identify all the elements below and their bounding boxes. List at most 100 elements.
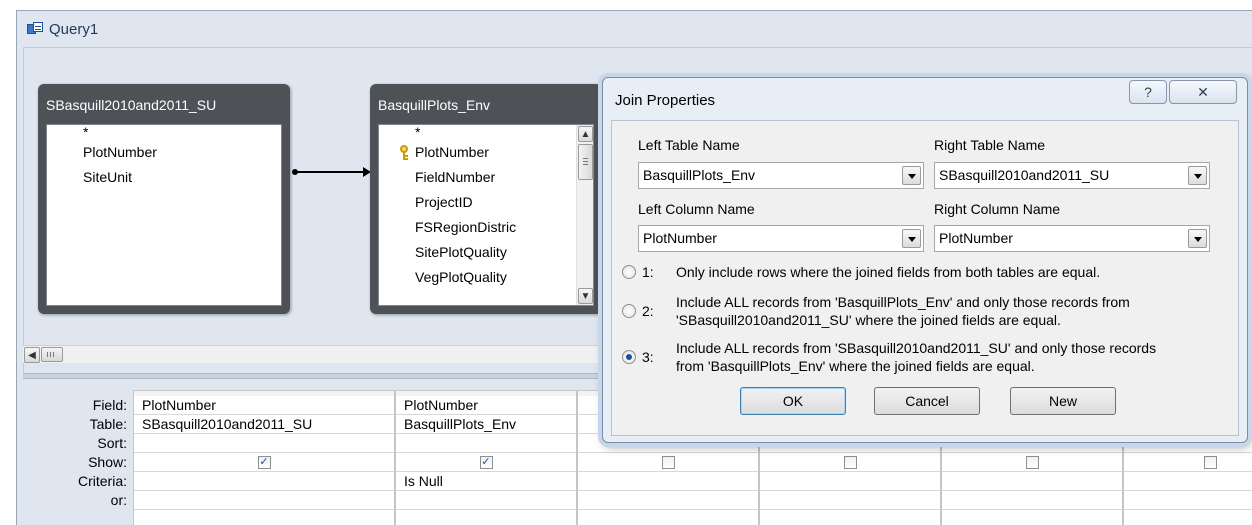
field-cell[interactable]: PlotNumber xyxy=(134,396,394,415)
table-box-sbasquill[interactable]: SBasquill2010and2011_SU * PlotNumber Sit… xyxy=(38,84,290,314)
or-cell[interactable] xyxy=(1124,491,1252,510)
field-list-item-primary-key[interactable]: PlotNumber xyxy=(379,140,593,165)
chevron-down-icon[interactable] xyxy=(902,166,921,185)
join-line[interactable] xyxy=(294,171,366,173)
field-list-scrollbar[interactable]: ▲ ▼ xyxy=(576,125,593,305)
close-icon[interactable]: ✕ xyxy=(1169,80,1237,104)
field-cell[interactable]: PlotNumber xyxy=(396,396,576,415)
select-value: BasquillPlots_Env xyxy=(643,167,756,183)
show-checkbox[interactable] xyxy=(843,455,857,469)
scroll-down-icon[interactable]: ▼ xyxy=(578,288,593,304)
select-value: PlotNumber xyxy=(939,230,1013,246)
right-table-name-select[interactable]: SBasquill2010and2011_SU xyxy=(934,162,1210,189)
scroll-left-icon[interactable]: ◀ xyxy=(24,347,40,363)
option-number: 3: xyxy=(642,349,654,365)
new-button[interactable]: New xyxy=(1010,387,1116,415)
show-checkbox[interactable] xyxy=(661,455,675,469)
criteria-cell[interactable] xyxy=(134,472,394,491)
primary-key-icon xyxy=(399,145,409,160)
left-column-name-label: Left Column Name xyxy=(638,201,755,217)
option-text: Only include rows where the joined field… xyxy=(676,264,1101,280)
show-cell xyxy=(578,453,758,472)
left-column-name-select[interactable]: PlotNumber xyxy=(638,225,924,252)
or-cell[interactable] xyxy=(396,491,576,510)
row-label-sort: Sort: xyxy=(97,435,127,451)
or-cell[interactable] xyxy=(578,491,758,510)
show-checkbox[interactable]: ✓ xyxy=(479,455,493,469)
field-list: * PlotNumber SiteUnit xyxy=(46,124,282,306)
option-number: 1: xyxy=(642,264,654,280)
criteria-cell[interactable] xyxy=(1124,472,1252,491)
window-title: Query1 xyxy=(49,20,99,38)
show-checkbox[interactable]: ✓ xyxy=(257,455,271,469)
criteria-cell[interactable] xyxy=(760,472,940,491)
chevron-down-icon[interactable] xyxy=(1188,229,1207,248)
ok-button[interactable]: OK xyxy=(740,387,846,415)
field-list: * PlotNumber FieldNumber ProjectID FSReg… xyxy=(378,124,594,306)
dialog-title: Join Properties xyxy=(615,92,716,109)
field-list-item[interactable]: * xyxy=(379,125,593,140)
or-cell[interactable] xyxy=(760,491,940,510)
field-name: PlotNumber xyxy=(415,144,489,160)
select-value: SBasquill2010and2011_SU xyxy=(939,167,1110,183)
join-properties-dialog: Join Properties ? ✕ Left Table Name Righ… xyxy=(602,77,1248,443)
grid-column-2: PlotNumber BasquillPlots_Env ✓ Is Null xyxy=(395,396,577,525)
scroll-thumb[interactable] xyxy=(41,347,63,362)
show-cell: ✓ xyxy=(134,453,394,472)
criteria-cell[interactable]: Is Null xyxy=(396,472,576,491)
table-title[interactable]: SBasquill2010and2011_SU xyxy=(46,97,216,113)
row-label-or: or: xyxy=(110,492,127,508)
field-list-item[interactable]: FieldNumber xyxy=(379,165,593,190)
table-box-basquillplots-env[interactable]: BasquillPlots_Env * PlotNumber FieldNumb… xyxy=(370,84,602,314)
show-checkbox[interactable] xyxy=(1204,455,1217,469)
field-list-item[interactable]: ProjectID xyxy=(379,190,593,215)
sort-cell[interactable] xyxy=(396,434,576,453)
option-text: Include ALL records from 'SBasquill2010a… xyxy=(676,340,1157,374)
left-table-name-label: Left Table Name xyxy=(638,137,740,153)
right-column-name-select[interactable]: PlotNumber xyxy=(934,225,1210,252)
radio-button-selected[interactable] xyxy=(622,350,636,364)
field-list-item[interactable]: SiteUnit xyxy=(47,165,281,190)
chevron-down-icon[interactable] xyxy=(902,229,921,248)
scroll-thumb[interactable] xyxy=(578,144,593,180)
help-icon[interactable]: ? xyxy=(1129,80,1167,104)
cancel-button[interactable]: Cancel xyxy=(874,387,980,415)
field-list-item[interactable]: PlotNumber xyxy=(47,140,281,165)
row-label-table: Table: xyxy=(89,416,127,432)
option-text: Include ALL records from 'BasquillPlots_… xyxy=(676,294,1130,328)
field-list-item[interactable]: SitePlotQuality xyxy=(379,240,593,265)
show-cell xyxy=(1124,453,1252,472)
join-line-start xyxy=(292,169,298,175)
radio-button[interactable] xyxy=(622,265,636,279)
chevron-down-icon[interactable] xyxy=(1188,166,1207,185)
grid-column-1: PlotNumber SBasquill2010and2011_SU ✓ xyxy=(133,396,395,525)
criteria-cell[interactable] xyxy=(578,472,758,491)
option-number: 2: xyxy=(642,303,654,319)
show-cell: ✓ xyxy=(396,453,576,472)
show-cell xyxy=(942,453,1122,472)
or-cell[interactable] xyxy=(134,491,394,510)
row-label-field: Field: xyxy=(92,397,127,413)
window-title-bar: Query1 xyxy=(27,18,98,40)
left-table-name-select[interactable]: BasquillPlots_Env xyxy=(638,162,924,189)
or-cell[interactable] xyxy=(942,491,1122,510)
show-cell xyxy=(760,453,940,472)
criteria-cell[interactable] xyxy=(942,472,1122,491)
field-list-item[interactable]: VegPlotQuality xyxy=(379,265,593,290)
sort-cell[interactable] xyxy=(134,434,394,453)
field-list-item[interactable]: FSRegionDistric xyxy=(379,215,593,240)
row-label-show: Show: xyxy=(88,454,127,470)
field-list-item[interactable]: * xyxy=(47,125,281,140)
table-cell[interactable]: SBasquill2010and2011_SU xyxy=(134,415,394,434)
table-title[interactable]: BasquillPlots_Env xyxy=(378,97,490,113)
right-column-name-label: Right Column Name xyxy=(934,201,1061,217)
row-label-criteria: Criteria: xyxy=(77,473,127,489)
table-cell[interactable]: BasquillPlots_Env xyxy=(396,415,576,434)
grid-row-labels: Field: Table: Sort: Show: Criteria: or: xyxy=(23,396,131,510)
scroll-up-icon[interactable]: ▲ xyxy=(578,126,593,142)
radio-button[interactable] xyxy=(622,304,636,318)
show-checkbox[interactable] xyxy=(1025,455,1039,469)
dialog-body: Left Table Name Right Table Name Basquil… xyxy=(611,120,1239,436)
select-value: PlotNumber xyxy=(643,230,717,246)
query-design-icon xyxy=(27,22,43,36)
